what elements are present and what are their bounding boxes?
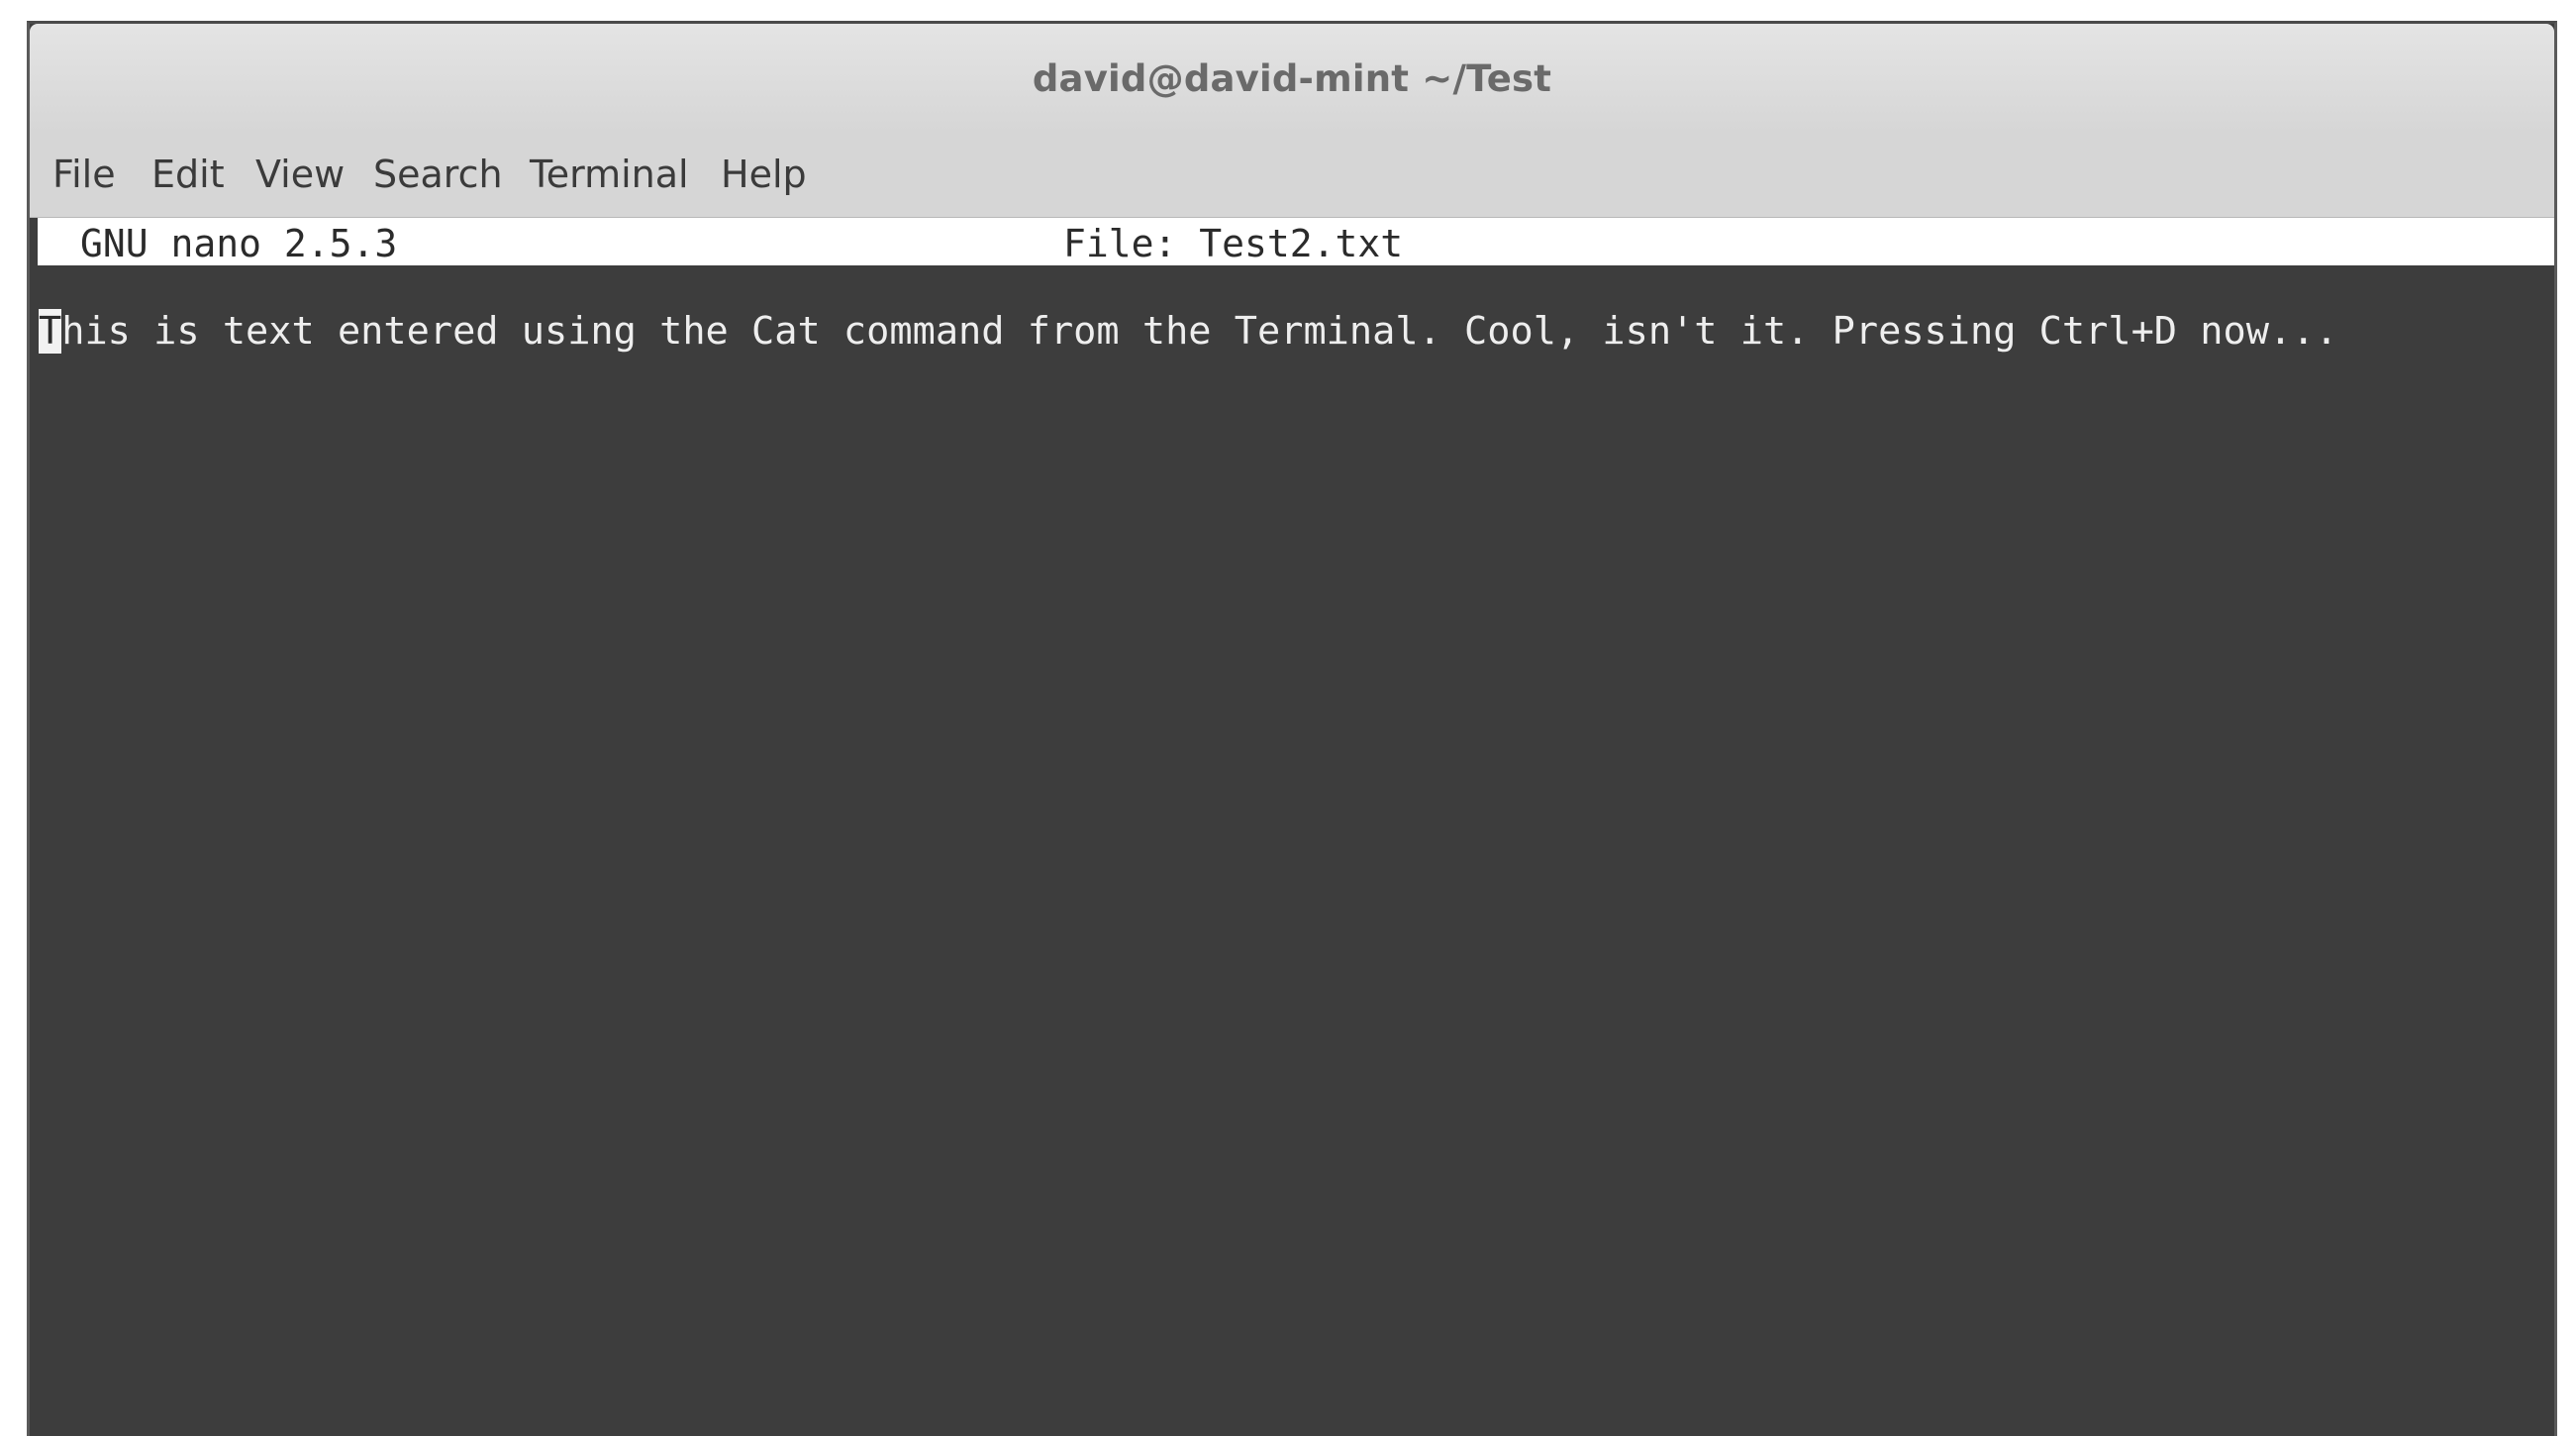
nano-file-name: File: Test2.txt xyxy=(1063,222,1404,265)
menu-file[interactable]: File xyxy=(52,153,116,196)
text-cursor: T xyxy=(39,309,62,354)
terminal-window: david@david-mint ~/Test File Edit View S… xyxy=(27,21,2557,1436)
menu-view[interactable]: View xyxy=(255,153,345,196)
nano-title-bar: GNU nano 2.5.3 File: Test2.txt xyxy=(38,218,2554,265)
menu-terminal[interactable]: Terminal xyxy=(530,153,689,196)
nano-version: GNU nano 2.5.3 xyxy=(80,222,398,265)
title-bar[interactable]: david@david-mint ~/Test xyxy=(30,24,2554,133)
editor-area[interactable]: This is text entered using the Cat comma… xyxy=(30,265,2554,1436)
editor-text-line[interactable]: This is text entered using the Cat comma… xyxy=(39,309,2338,354)
editor-line-text: his is text entered using the Cat comman… xyxy=(61,309,2338,354)
menu-search[interactable]: Search xyxy=(373,153,503,196)
menu-bar: File Edit View Search Terminal Help xyxy=(30,133,2554,218)
window-title: david@david-mint ~/Test xyxy=(1032,57,1552,100)
menu-edit[interactable]: Edit xyxy=(151,153,225,196)
menu-help[interactable]: Help xyxy=(721,153,807,196)
